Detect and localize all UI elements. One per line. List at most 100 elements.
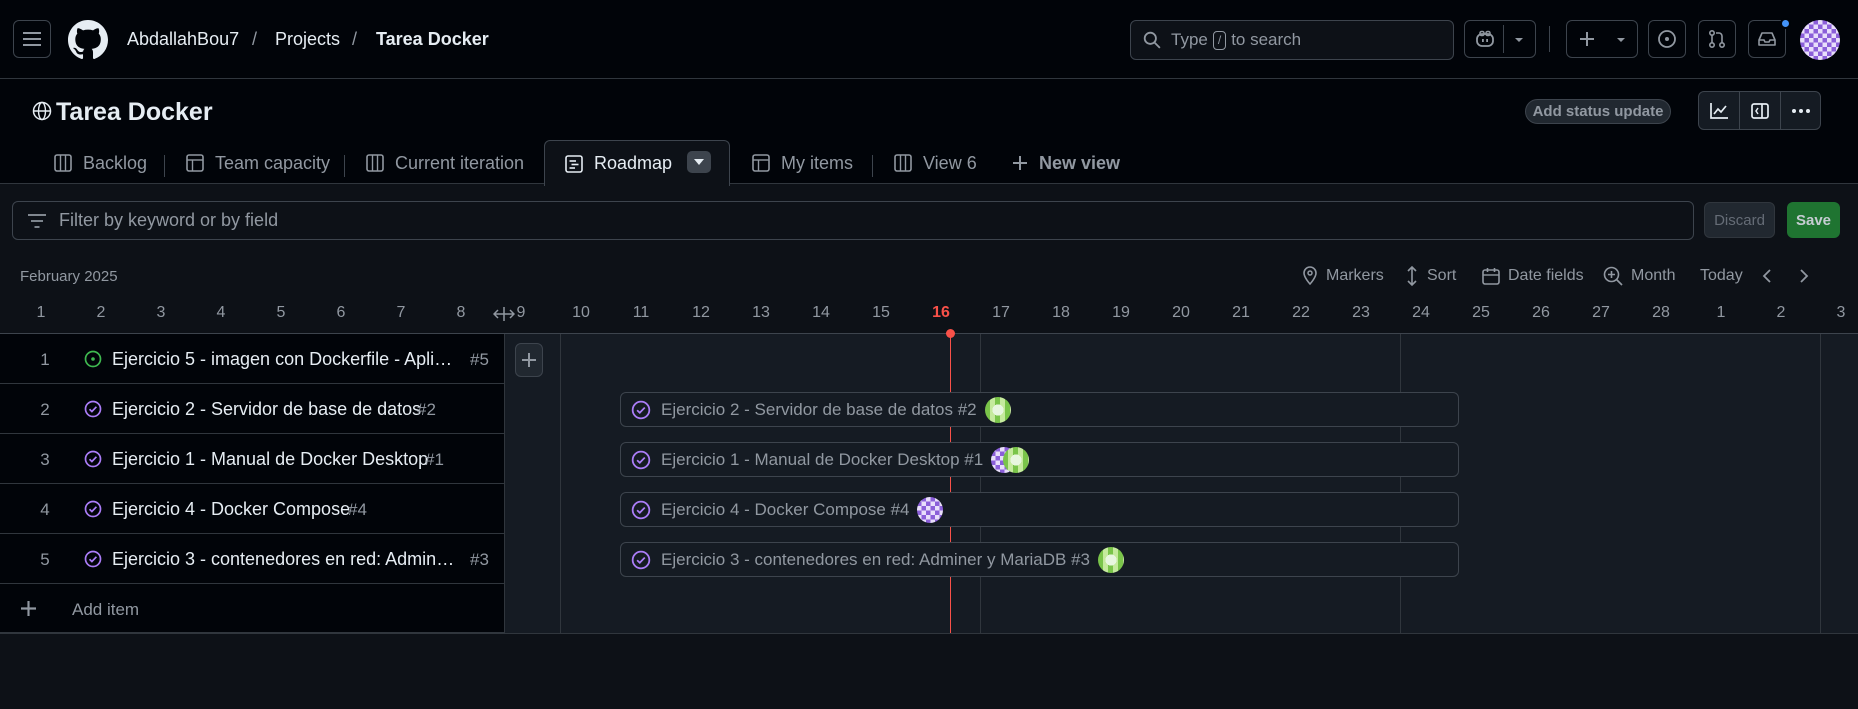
save-label: Save (1795, 211, 1832, 229)
resize-handle-icon[interactable] (493, 305, 515, 323)
breadcrumb-project[interactable]: Tarea Docker (376, 29, 489, 50)
bar-label: Ejercicio 4 - Docker Compose #4 (661, 499, 910, 519)
breadcrumb-user[interactable]: AbdallahBou7 (127, 29, 239, 50)
row-title[interactable]: Ejercicio 2 - Servidor de base de datos (112, 399, 421, 420)
inbox-icon (1758, 32, 1776, 46)
day-label: 13 (752, 304, 770, 321)
add-item-button[interactable] (515, 343, 543, 377)
board-icon (366, 154, 384, 172)
menu-button[interactable] (13, 20, 51, 58)
tab-roadmap[interactable]: Roadmap (544, 140, 730, 186)
create-new-button[interactable] (1566, 20, 1638, 58)
board-icon (54, 154, 72, 172)
search-input[interactable]: Type / to search (1130, 20, 1454, 60)
roadmap-bar[interactable]: Ejercicio 2 - Servidor de base de datos … (620, 392, 1459, 427)
day-label: 23 (1352, 304, 1370, 321)
week-line (980, 334, 981, 634)
bar-label: Ejercicio 1 - Manual de Docker Desktop #… (661, 449, 984, 469)
day-label: 15 (872, 304, 890, 321)
tab-separator (164, 155, 165, 177)
user-avatar[interactable] (1800, 20, 1840, 60)
timeline-area (505, 334, 1858, 634)
row-title[interactable]: Ejercicio 3 - contenedores en red: Admin… (112, 549, 460, 570)
chevron-left-icon[interactable] (1760, 268, 1774, 284)
board-icon (894, 154, 912, 172)
search-prefix: Type (1171, 30, 1208, 49)
issue-closed-icon (631, 400, 651, 420)
day-label: 7 (396, 304, 406, 321)
chevron-down-icon[interactable] (1513, 36, 1525, 44)
assignee-avatar (917, 496, 944, 523)
week-line (560, 334, 561, 634)
tab-label: Backlog (83, 152, 148, 173)
day-label: 20 (1172, 304, 1190, 321)
chevron-right-icon[interactable] (1797, 268, 1811, 284)
discard-button[interactable]: Discard (1704, 202, 1775, 238)
tab-team-capacity[interactable]: Team capacity (186, 141, 330, 185)
table-icon (752, 154, 770, 172)
pull-request-icon (1708, 29, 1726, 49)
today-marker (946, 329, 955, 338)
add-item-label: Add item (72, 600, 140, 619)
assignee-avatar (1003, 446, 1030, 473)
breadcrumb-projects[interactable]: Projects (275, 29, 340, 50)
notification-dot (1780, 18, 1791, 29)
issue-closed-icon (84, 450, 102, 468)
insights-button[interactable] (1699, 92, 1740, 129)
day-label: 17 (992, 304, 1010, 321)
day-label: 28 (1652, 304, 1670, 321)
date-fields-button[interactable]: Date fields (1482, 264, 1584, 288)
new-view-button[interactable]: New view (1012, 141, 1120, 185)
zoom-in-icon (1603, 266, 1623, 286)
plus-icon (1013, 156, 1027, 170)
plus-icon (522, 353, 536, 367)
roadmap-icon (565, 154, 583, 173)
markers-button[interactable]: Markers (1302, 264, 1384, 288)
hamburger-icon (23, 32, 41, 46)
view-tabs: Backlog Team capacity Current iteration … (0, 140, 1858, 186)
tab-backlog[interactable]: Backlog (54, 141, 147, 185)
status-button-label: Add status update (1532, 103, 1664, 120)
assignee-avatar (1097, 546, 1124, 573)
add-status-update-button[interactable]: Add status update (1525, 99, 1671, 124)
pull-requests-button[interactable] (1698, 20, 1736, 58)
row-title[interactable]: Ejercicio 1 - Manual de Docker Desktop (112, 449, 428, 470)
side-panel-button[interactable] (1740, 92, 1781, 129)
zoom-button[interactable]: Month (1603, 264, 1675, 288)
grid-bottom-line (0, 633, 1858, 634)
roadmap-bar[interactable]: Ejercicio 4 - Docker Compose #4 (620, 492, 1459, 527)
row-number: 5 (40, 550, 50, 569)
issues-button[interactable] (1648, 20, 1686, 58)
day-label: 22 (1292, 304, 1310, 321)
bar-label: Ejercicio 2 - Servidor de base de datos … (661, 399, 977, 419)
tab-current-iteration[interactable]: Current iteration (366, 141, 524, 185)
roadmap-bar[interactable]: Ejercicio 1 - Manual de Docker Desktop #… (620, 442, 1459, 477)
issue-closed-icon (84, 400, 102, 418)
save-button[interactable]: Save (1787, 202, 1840, 238)
view-options-button[interactable] (687, 151, 711, 173)
day-label: 3 (156, 304, 166, 321)
copilot-button[interactable] (1464, 20, 1536, 58)
today-button[interactable]: Today (1700, 264, 1743, 288)
github-logo-icon[interactable] (68, 20, 108, 60)
day-label: 16 (932, 304, 950, 321)
filter-placeholder: Filter by keyword or by field (59, 210, 279, 230)
more-options-button[interactable] (1781, 92, 1821, 129)
tab-view-6[interactable]: View 6 (894, 141, 977, 185)
filter-input[interactable]: Filter by keyword or by field (12, 201, 1694, 240)
row-title[interactable]: Ejercicio 5 - imagen con Dockerfile - Ap… (112, 349, 460, 370)
roadmap-bar[interactable]: Ejercicio 3 - contenedores en red: Admin… (620, 542, 1459, 577)
issue-closed-icon (631, 450, 651, 470)
sort-button[interactable]: Sort (1405, 264, 1456, 288)
row-number: 4 (40, 500, 50, 519)
row-title[interactable]: Ejercicio 4 - Docker Compose (112, 499, 350, 520)
search-shortcut-key: / (1212, 30, 1227, 50)
calendar-icon (1482, 268, 1500, 285)
week-line (1820, 334, 1821, 634)
project-actions-group (1698, 91, 1821, 130)
row-ref: #1 (425, 450, 444, 469)
row-ref: #5 (470, 350, 489, 369)
day-label: 19 (1112, 304, 1130, 321)
global-header: AbdallahBou7 / Projects / Tarea Docker T… (0, 0, 1858, 79)
tab-my-items[interactable]: My items (752, 141, 853, 185)
